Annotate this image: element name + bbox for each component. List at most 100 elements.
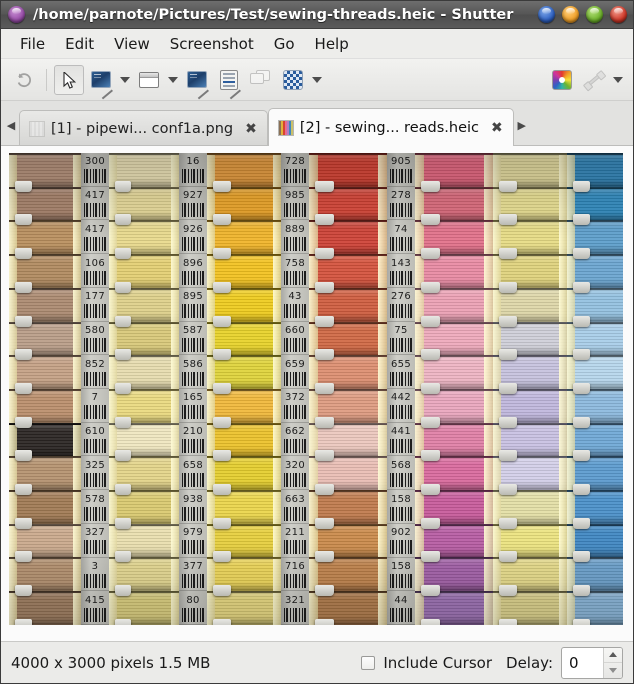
selection-tool-button[interactable] xyxy=(54,64,84,95)
thread-spool xyxy=(109,220,179,260)
shade-button[interactable] xyxy=(538,6,555,23)
sewing-threads-photo[interactable]: 300 417 417 106 177 580 852 7 610 325 578 327 3 415 16… xyxy=(9,153,623,625)
menu-edit[interactable]: Edit xyxy=(56,32,103,56)
undo-button[interactable] xyxy=(9,65,39,95)
capture-redo-button[interactable] xyxy=(278,65,308,95)
spool-clip xyxy=(572,416,591,428)
tab-close-button[interactable]: ✖ xyxy=(239,121,259,137)
edit-image-button[interactable] xyxy=(547,65,577,95)
thread-spool xyxy=(207,153,281,192)
thread-spool xyxy=(9,490,81,529)
tab-close-button[interactable]: ✖ xyxy=(485,120,505,136)
thread-spool xyxy=(493,186,567,226)
maximize-button[interactable] xyxy=(586,6,603,23)
tab-scroll-right-button[interactable]: ▶ xyxy=(514,105,530,145)
spool-clip xyxy=(114,281,132,293)
spool-clip xyxy=(14,551,33,563)
spin-up-button[interactable] xyxy=(604,648,622,663)
thread-spool xyxy=(207,321,281,361)
thread-label-tag: 663 xyxy=(281,490,309,524)
menu-screenshot[interactable]: Screenshot xyxy=(161,32,263,56)
thread-label-tag: 158 xyxy=(387,558,415,592)
barcode-icon xyxy=(389,607,413,622)
spool-clip xyxy=(315,315,334,327)
delay-spinner[interactable]: 0 xyxy=(561,646,623,679)
checkerboard-icon xyxy=(282,69,304,91)
thread-number: 377 xyxy=(183,560,203,572)
tab-pipewire-conf[interactable]: [1] - pipewi... conf1a.png ✖ xyxy=(19,110,268,146)
barcode-icon xyxy=(389,439,413,454)
spool-clip xyxy=(572,517,591,529)
thread-label-tag: 417 xyxy=(81,187,109,221)
thread-spool xyxy=(567,490,623,529)
thread-label-tag: 568 xyxy=(387,456,415,491)
barcode-icon xyxy=(181,472,205,487)
include-cursor-checkbox[interactable] xyxy=(361,655,376,670)
thread-label-tag: 325 xyxy=(81,456,109,491)
thread-number: 442 xyxy=(391,392,411,404)
thread-number: 896 xyxy=(183,257,203,269)
menu-view[interactable]: View xyxy=(105,32,159,56)
spool-clip xyxy=(114,551,132,563)
capture-redo-menu[interactable] xyxy=(310,65,324,95)
menu-go[interactable]: Go xyxy=(265,32,304,56)
barcode-icon xyxy=(83,236,107,251)
thread-label-tag: 610 xyxy=(81,423,109,457)
capture-window-menu[interactable] xyxy=(166,65,180,95)
thread-spool xyxy=(493,523,567,563)
spool-clip xyxy=(498,416,517,428)
thread-label-tag: 895 xyxy=(179,288,207,322)
barcode-icon xyxy=(283,203,307,218)
spool-clip xyxy=(114,450,132,462)
barcode-icon xyxy=(83,371,107,386)
thread-spool xyxy=(9,388,81,428)
thread-number: 889 xyxy=(285,223,305,235)
tab-sewing-threads[interactable]: [2] - sewing... reads.heic ✖ xyxy=(267,108,514,146)
spool-clip xyxy=(498,618,517,625)
thread-number: 165 xyxy=(183,392,203,404)
thread-number: 441 xyxy=(391,426,411,438)
thread-number: 895 xyxy=(183,291,203,303)
capture-selection-menu[interactable] xyxy=(118,65,132,95)
thread-label-tag: 658 xyxy=(179,456,207,491)
spool-clip xyxy=(421,517,440,529)
spin-down-button[interactable] xyxy=(604,663,622,678)
capture-window-button[interactable] xyxy=(134,65,164,95)
thread-spool xyxy=(309,254,387,293)
barcode-icon xyxy=(181,236,205,251)
spool-clip xyxy=(315,349,334,361)
mouse-cursor-icon xyxy=(58,69,80,91)
image-viewport[interactable]: 300 417 417 106 177 580 852 7 610 325 578 327 3 415 16… xyxy=(1,145,633,641)
tab-scroll-left-button[interactable]: ◀ xyxy=(3,105,19,145)
thread-number: 979 xyxy=(183,527,203,539)
capture-tooltip-button[interactable] xyxy=(246,65,276,95)
close-button[interactable] xyxy=(610,6,627,23)
spool-clip xyxy=(315,416,334,428)
thread-label-tag: 372 xyxy=(281,389,309,423)
thread-number: 852 xyxy=(85,358,105,370)
minimize-button[interactable] xyxy=(562,6,579,23)
plugin-menu[interactable] xyxy=(611,65,625,95)
spin-down-icon xyxy=(609,667,617,673)
thread-number: 143 xyxy=(391,257,411,269)
thread-label-tag: 177 xyxy=(81,288,109,322)
menu-help[interactable]: Help xyxy=(306,32,358,56)
thread-spool xyxy=(109,186,179,226)
thread-spool xyxy=(309,422,387,462)
capture-web-button[interactable] xyxy=(182,65,212,99)
toolbar-separator xyxy=(46,68,47,91)
barcode-icon xyxy=(181,405,205,420)
thread-label-tag: 938 xyxy=(179,490,207,524)
thread-number: 80 xyxy=(186,594,200,606)
thread-label-tag: 74 xyxy=(387,220,415,255)
capture-selection-button[interactable] xyxy=(86,65,116,99)
menu-file[interactable]: File xyxy=(11,32,54,56)
spool-clip xyxy=(14,517,33,529)
delay-value[interactable]: 0 xyxy=(562,648,603,678)
app-orb-icon xyxy=(8,6,25,23)
delay-label: Delay: xyxy=(506,653,553,672)
thread-label-tag: 926 xyxy=(179,220,207,255)
capture-menu-button[interactable] xyxy=(214,65,244,99)
spool-clip xyxy=(14,416,33,428)
plugin-button[interactable] xyxy=(579,65,609,95)
